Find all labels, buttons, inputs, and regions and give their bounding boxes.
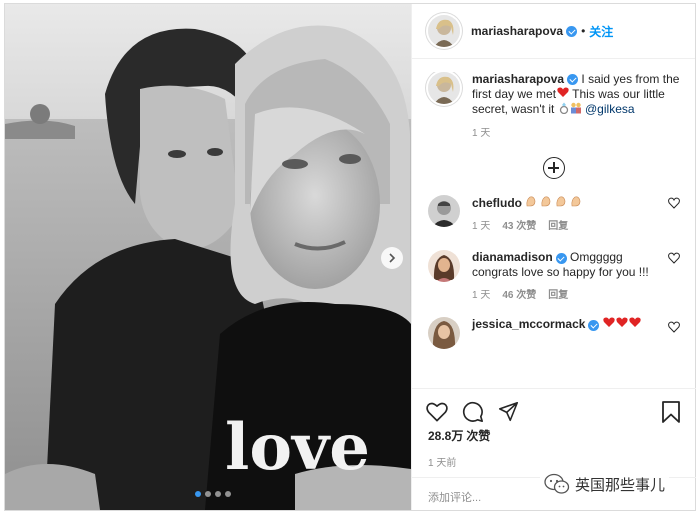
- carousel-dot: [225, 491, 231, 497]
- next-image-button[interactable]: [381, 247, 403, 269]
- caption-username[interactable]: mariasharapova: [472, 72, 564, 86]
- heart-icon[interactable]: [426, 402, 448, 422]
- post-side-panel: mariasharapova • 关注 mariasharapova I sai…: [411, 4, 696, 510]
- likes-label: 次赞: [466, 429, 491, 443]
- author-avatar[interactable]: [428, 72, 460, 104]
- carousel-dot: [205, 491, 211, 497]
- commenter-avatar[interactable]: [428, 195, 460, 228]
- wechat-logo-icon: [544, 473, 570, 494]
- red-hearts-emoji-icon: [603, 317, 643, 331]
- mention-link[interactable]: @gilkesa: [585, 103, 635, 117]
- comment-item: dianamadison Omggggg congrats love so ha…: [412, 250, 696, 303]
- couple-emoji-icon: [570, 102, 582, 118]
- comment-likes[interactable]: 43 次赞: [502, 219, 536, 234]
- verified-badge-icon: [588, 319, 600, 331]
- comments-list[interactable]: mariasharapova I said yes from the first…: [412, 72, 696, 378]
- clapping-hands-emoji-icon: [525, 196, 585, 210]
- comment-likes[interactable]: 46 次赞: [502, 288, 536, 303]
- bookmark-icon[interactable]: [662, 400, 680, 423]
- likes-summary[interactable]: 28.8万 次赞: [412, 425, 696, 444]
- post-time: 1 天前: [428, 458, 457, 469]
- load-more-comments-button[interactable]: [412, 157, 696, 180]
- reply-button[interactable]: 回复: [548, 219, 568, 234]
- share-icon[interactable]: [498, 401, 519, 422]
- commenter-avatar[interactable]: [428, 317, 460, 350]
- comment-icon[interactable]: [462, 401, 484, 423]
- caption-time: 1 天: [472, 128, 491, 140]
- commenter-avatar[interactable]: [428, 250, 460, 283]
- verified-badge-icon: [567, 74, 579, 86]
- instagram-post: love mariasharapova • 关注 mariasharapova …: [4, 3, 696, 511]
- comment-username[interactable]: dianamadison: [472, 250, 553, 264]
- comment-heart-icon[interactable]: [668, 321, 680, 334]
- chevron-right-icon: [389, 253, 396, 263]
- post-photo[interactable]: love: [5, 4, 411, 510]
- author-username[interactable]: mariasharapova: [471, 24, 563, 38]
- shirt-text: love: [225, 410, 370, 485]
- verified-badge-icon: [566, 25, 578, 37]
- carousel-dot: [195, 491, 201, 497]
- watermark-text: 英国那些事儿: [575, 476, 666, 494]
- author-avatar[interactable]: [428, 15, 460, 47]
- photo-image: love: [5, 4, 411, 510]
- comment-item: chefludo 1 天 43 次赞 回复: [412, 195, 696, 234]
- verified-badge-icon: [555, 252, 567, 264]
- plus-circle-icon: [543, 157, 565, 180]
- watermark: 英国那些事儿: [540, 471, 670, 497]
- follow-button[interactable]: 关注: [589, 23, 613, 40]
- carousel-dot: [215, 491, 221, 497]
- red-heart-emoji-icon: [557, 87, 569, 102]
- comment-time: 1 天: [472, 221, 491, 233]
- reply-button[interactable]: 回复: [548, 288, 568, 303]
- comment-item: jessica_mccormack: [412, 317, 696, 350]
- likes-count: 28.8万: [428, 429, 464, 443]
- carousel-indicator: [195, 491, 231, 497]
- comment-heart-icon[interactable]: [668, 197, 680, 210]
- post-header: mariasharapova • 关注: [412, 4, 695, 59]
- comment-username[interactable]: jessica_mccormack: [472, 317, 585, 331]
- caption: mariasharapova I said yes from the first…: [412, 72, 696, 141]
- ring-emoji-icon: [559, 102, 569, 118]
- comment-username[interactable]: chefludo: [472, 196, 522, 210]
- comment-time: 1 天: [472, 290, 491, 302]
- header-separator: •: [581, 24, 586, 38]
- comment-heart-icon[interactable]: [668, 252, 680, 265]
